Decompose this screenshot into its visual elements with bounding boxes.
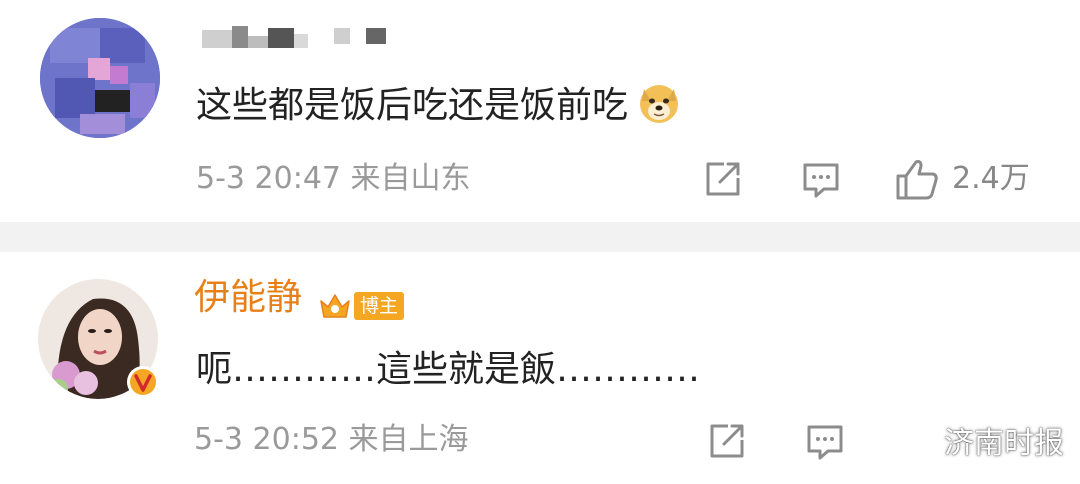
verified-badge-icon (127, 366, 159, 398)
watermark-text: 济南时报 (944, 426, 1064, 461)
section-divider (0, 222, 1080, 252)
avatar[interactable] (38, 279, 159, 399)
blurred-username (202, 26, 386, 48)
timestamp: 5-3 20:52 (194, 422, 339, 457)
comment-text: 呃…………這些就是飯………… (196, 349, 701, 390)
comment-icon (807, 425, 843, 460)
location: 来自山东 (350, 161, 471, 196)
watermark: 济南时报 (896, 418, 1064, 462)
reply-button[interactable] (800, 158, 842, 200)
comment-meta: 5-3 20:47 来自山东 (196, 164, 471, 194)
reply-button[interactable] (804, 420, 846, 462)
comment-text: 这些都是饭后吃还是饭前吃 (196, 85, 682, 126)
like-count: 2.4万 (952, 161, 1030, 196)
comment-meta: 5-3 20:52 来自上海 (194, 425, 469, 455)
comment-item: 这些都是饭后吃还是饭前吃 5-3 20:47 来自山东 2.4万 (0, 0, 1080, 222)
doge-emoji-icon (640, 85, 679, 123)
username[interactable]: 伊能静 (194, 280, 302, 316)
location: 来自上海 (348, 422, 469, 457)
repost-button[interactable] (702, 158, 744, 200)
share-icon (710, 424, 744, 458)
share-icon (706, 162, 740, 196)
badge-label: 博主 (354, 292, 405, 320)
crown-icon (320, 294, 350, 318)
comment-body: 这些都是饭后吃还是饭前吃 (196, 85, 629, 126)
thumbs-up-icon (896, 160, 938, 200)
repost-button[interactable] (706, 420, 748, 462)
blogger-badge: 博主 (318, 289, 405, 323)
like-button[interactable]: 2.4万 (894, 156, 1030, 202)
timestamp: 5-3 20:47 (196, 161, 341, 196)
pixelated-avatar-image (40, 18, 160, 138)
avatar[interactable] (40, 18, 160, 138)
comment-icon (803, 163, 839, 198)
wechat-icon (896, 424, 935, 455)
